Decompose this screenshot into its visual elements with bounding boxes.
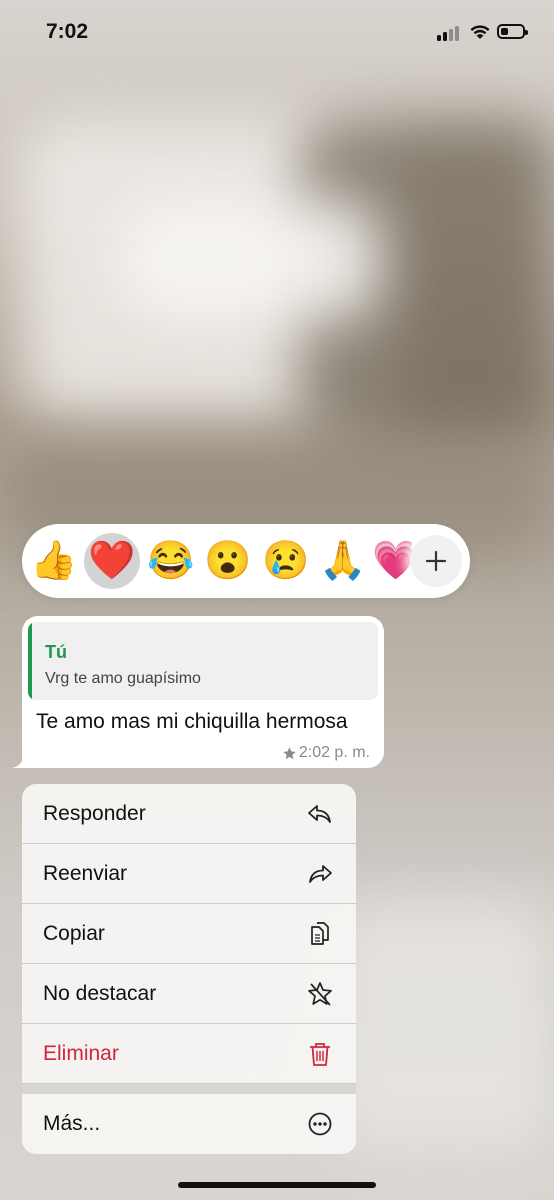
- reaction-pink-heart[interactable]: 💗: [372, 533, 412, 589]
- message-time: 2:02 p. m.: [298, 744, 370, 761]
- message-bubble[interactable]: Tú Vrg te amo guapísimo Te amo mas mi ch…: [22, 616, 384, 768]
- menu-item-unstar[interactable]: No destacar: [22, 964, 356, 1024]
- menu-item-label: Copiar: [43, 922, 105, 945]
- status-time: 7:02: [46, 20, 89, 43]
- trash-icon: [310, 1043, 330, 1066]
- message-meta: 2:02 p. m.: [282, 744, 370, 762]
- menu-item-label: Eliminar: [43, 1042, 119, 1065]
- reaction-pray[interactable]: 🙏: [315, 533, 371, 589]
- reaction-heart[interactable]: ❤️: [84, 533, 140, 589]
- reaction-laughing[interactable]: 😂: [143, 533, 199, 589]
- reaction-bar: 👍 ❤️ 😂 😮 😢 🙏 💗: [22, 524, 470, 598]
- menu-item-label: Reenviar: [43, 862, 128, 885]
- quote-accent-bar: [28, 622, 32, 700]
- context-menu: Responder Reenviar Copiar No destacar El…: [22, 784, 356, 1154]
- menu-item-forward[interactable]: Reenviar: [22, 844, 356, 904]
- status-bar: 7:02: [0, 0, 554, 64]
- menu-item-reply[interactable]: Responder: [22, 784, 356, 844]
- home-indicator[interactable]: [178, 1182, 376, 1188]
- wifi-icon: [470, 25, 490, 39]
- reaction-thumbs-up[interactable]: 👍: [26, 533, 82, 589]
- menu-item-label: Responder: [43, 802, 146, 825]
- quote-text: Vrg te amo guapísimo: [45, 670, 201, 687]
- cellular-signal-icon: [437, 25, 463, 41]
- message-text: Te amo mas mi chiquilla hermosa: [36, 710, 348, 733]
- reaction-surprised[interactable]: 😮: [200, 533, 256, 589]
- menu-item-label: No destacar: [43, 982, 157, 1005]
- quoted-message[interactable]: Tú Vrg te amo guapísimo: [28, 622, 378, 700]
- menu-item-more[interactable]: Más...: [22, 1094, 356, 1154]
- copy-icon: [311, 922, 329, 945]
- star-icon: [283, 746, 296, 759]
- plus-icon: [425, 550, 447, 572]
- menu-item-delete[interactable]: Eliminar: [22, 1024, 356, 1084]
- battery-icon: [497, 24, 528, 39]
- menu-item-label: Más...: [43, 1112, 101, 1135]
- menu-item-copy[interactable]: Copiar: [22, 904, 356, 964]
- more-reactions-button[interactable]: [410, 535, 462, 587]
- reply-icon: [308, 805, 331, 823]
- unstar-icon: [308, 982, 332, 1006]
- quote-author: Tú: [45, 642, 67, 662]
- reaction-crying[interactable]: 😢: [258, 533, 314, 589]
- forward-icon: [309, 865, 332, 883]
- menu-section-divider: [22, 1084, 356, 1094]
- more-icon: [308, 1112, 332, 1136]
